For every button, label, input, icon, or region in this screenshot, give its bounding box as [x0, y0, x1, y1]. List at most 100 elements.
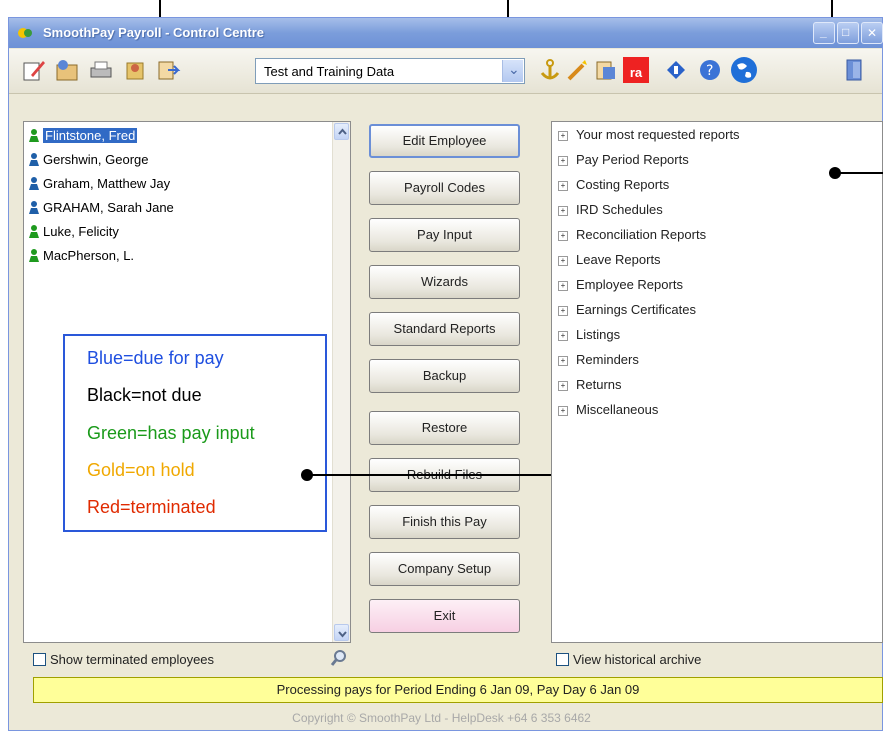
setup-icon[interactable] [54, 57, 80, 83]
expand-icon[interactable]: + [558, 381, 568, 391]
help-icon[interactable]: ? [697, 57, 723, 83]
payroll-codes-button[interactable]: Payroll Codes [369, 171, 520, 205]
expand-icon[interactable]: + [558, 406, 568, 416]
edit-employee-button[interactable]: Edit Employee [369, 124, 520, 158]
tree-item[interactable]: + Reminders [558, 352, 639, 367]
maximize-button[interactable]: □ [837, 22, 859, 44]
legend-red: Red=terminated [87, 497, 216, 517]
employee-name: Flintstone, Fred [43, 128, 138, 143]
tree-item[interactable]: + Employee Reports [558, 277, 683, 292]
expand-icon[interactable]: + [558, 131, 568, 141]
employee-icon [29, 153, 39, 166]
maximize-icon: □ [842, 25, 850, 39]
employee-list-scrollbar[interactable] [332, 122, 350, 642]
exit-button[interactable]: Exit [369, 599, 520, 633]
list-item[interactable]: Graham, Matthew Jay [28, 176, 170, 194]
title-bar[interactable]: SmoothPay Payroll - Control Centre _ □ ✕ [9, 18, 883, 48]
tree-item[interactable]: + Listings [558, 327, 620, 342]
dataset-dropdown-button[interactable]: ⌄ [502, 60, 523, 82]
export-icon[interactable] [156, 57, 182, 83]
tree-item[interactable]: + Your most requested reports [558, 127, 740, 142]
legend-green: Green=has pay input [87, 423, 255, 443]
ra-label: ra [629, 65, 643, 80]
tree-item[interactable]: + IRD Schedules [558, 202, 663, 217]
expand-icon[interactable]: + [558, 181, 568, 191]
checkbox-box[interactable] [33, 653, 46, 666]
tree-item[interactable]: + Leave Reports [558, 252, 661, 267]
checkbox-label: Show terminated employees [50, 652, 215, 667]
checkbox-box[interactable] [556, 653, 569, 666]
view-archive-checkbox[interactable]: View historical archive [556, 652, 701, 667]
employee-name: Graham, Matthew Jay [43, 176, 171, 191]
pay-input-button[interactable]: Pay Input [369, 218, 520, 252]
list-item[interactable]: MacPherson, L. [28, 248, 134, 266]
info-icon[interactable] [663, 57, 689, 83]
print-icon[interactable] [88, 57, 114, 83]
minimize-icon: _ [820, 25, 827, 39]
list-item[interactable]: Flintstone, Fred [28, 128, 138, 146]
toolbar: Test and Training Data ⌄ ra ? [9, 49, 882, 94]
expand-icon[interactable]: + [558, 206, 568, 216]
backup-button[interactable]: Backup [369, 359, 520, 393]
globe-icon[interactable] [729, 55, 759, 85]
tree-item-label: Costing Reports [576, 177, 670, 192]
dataset-select[interactable]: Test and Training Data ⌄ [255, 58, 525, 84]
chevron-down-icon: ⌄ [508, 61, 520, 77]
expand-icon[interactable]: + [558, 356, 568, 366]
copyright-text: Copyright © SmoothPay Ltd - HelpDesk +64… [292, 711, 591, 725]
list-item[interactable]: Luke, Felicity [28, 224, 119, 242]
wand-icon[interactable] [565, 57, 591, 83]
scroll-up-button[interactable] [334, 123, 349, 140]
tree-item[interactable]: + Miscellaneous [558, 402, 658, 417]
tree-item-label: Returns [576, 377, 622, 392]
reports-tree[interactable]: + Your most requested reports + Pay Period… [551, 121, 883, 643]
tree-item[interactable]: + Costing Reports [558, 177, 669, 192]
company-setup-button[interactable]: Company Setup [369, 552, 520, 586]
minimize-button[interactable]: _ [813, 22, 835, 44]
expand-icon[interactable]: + [558, 306, 568, 316]
employee-name: GRAHAM, Sarah Jane [43, 200, 174, 215]
tree-item-label: IRD Schedules [576, 202, 663, 217]
finish-this-pay-button[interactable]: Finish this Pay [369, 505, 520, 539]
close-icon: ✕ [867, 26, 878, 40]
tree-item[interactable]: + Pay Period Reports [558, 152, 689, 167]
window-title: SmoothPay Payroll - Control Centre [43, 25, 265, 40]
tree-item-label: Pay Period Reports [576, 152, 689, 167]
wizards-button[interactable]: Wizards [369, 265, 520, 299]
restore-button[interactable]: Restore [369, 411, 520, 445]
employee-name: MacPherson, L. [43, 248, 135, 263]
status-bar: Processing pays for Period Ending 6 Jan … [33, 677, 883, 703]
employee-name: Luke, Felicity [43, 224, 119, 239]
tree-item[interactable]: + Reconciliation Reports [558, 227, 706, 242]
exit-door-icon[interactable] [841, 57, 867, 83]
anchor-icon[interactable] [537, 57, 563, 83]
expand-icon[interactable]: + [558, 156, 568, 166]
legend-blue: Blue=due for pay [87, 348, 224, 368]
chevron-up-icon [338, 128, 347, 135]
callout-dot-legend [301, 469, 313, 481]
tree-item[interactable]: + Earnings Certificates [558, 302, 696, 317]
expand-icon[interactable]: + [558, 231, 568, 241]
search-icon[interactable] [330, 649, 348, 667]
close-button[interactable]: ✕ [861, 22, 883, 44]
users-icon[interactable] [122, 57, 148, 83]
archive-icon[interactable] [593, 57, 619, 83]
expand-icon[interactable]: + [558, 331, 568, 341]
expand-icon[interactable]: + [558, 281, 568, 291]
edit-icon[interactable] [21, 57, 47, 83]
scroll-down-button[interactable] [334, 624, 349, 641]
list-item[interactable]: Gershwin, George [28, 152, 149, 170]
chevron-down-icon [338, 631, 347, 638]
employee-icon [29, 129, 39, 142]
standard-reports-button[interactable]: Standard Reports [369, 312, 520, 346]
employee-icon [29, 177, 39, 190]
callout-dot-reports [829, 167, 841, 179]
list-item[interactable]: GRAHAM, Sarah Jane [28, 200, 174, 218]
show-terminated-checkbox[interactable]: Show terminated employees [33, 652, 214, 667]
tree-item[interactable]: + Returns [558, 377, 622, 392]
tree-item-label: Leave Reports [576, 252, 661, 267]
legend-gold: Gold=on hold [87, 460, 195, 480]
expand-icon[interactable]: + [558, 256, 568, 266]
tree-item-label: Earnings Certificates [576, 302, 696, 317]
ra-icon[interactable]: ra [623, 57, 649, 83]
